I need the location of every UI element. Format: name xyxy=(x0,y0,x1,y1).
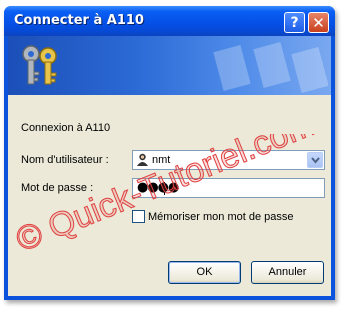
username-label: Nom d'utilisateur : xyxy=(21,154,109,166)
title-bar[interactable]: Connecter à A110 ? ✕ xyxy=(4,6,335,36)
dropdown-button[interactable] xyxy=(307,152,323,168)
intro-text: Connexion à A110 xyxy=(21,122,111,134)
username-combobox[interactable]: nmt xyxy=(132,150,325,170)
username-value: nmt xyxy=(152,154,171,166)
keys-icon xyxy=(22,45,57,85)
remember-password-checkbox[interactable] xyxy=(132,210,145,223)
remember-password-label[interactable]: Mémoriser mon mot de passe xyxy=(148,211,294,223)
ok-button[interactable]: OK xyxy=(168,261,241,284)
password-label: Mot de passe : xyxy=(21,182,94,194)
window-title: Connecter à A110 xyxy=(14,13,144,28)
cancel-button[interactable]: Annuler xyxy=(251,261,324,284)
banner xyxy=(8,36,331,95)
chevron-down-icon xyxy=(311,157,320,164)
help-button[interactable]: ? xyxy=(284,12,305,33)
close-button[interactable]: ✕ xyxy=(308,12,329,33)
dialog-window: Connecter à A110 ? ✕ Connexion à A110 No… xyxy=(4,6,335,300)
text-caret xyxy=(164,182,165,195)
password-field[interactable]: ●●●● xyxy=(132,178,325,198)
password-value: ●●●● xyxy=(137,180,179,195)
dialog-body: Connexion à A110 Nom d'utilisateur : nmt… xyxy=(8,36,331,296)
user-icon xyxy=(137,153,148,166)
banner-decoration-icon xyxy=(213,42,328,93)
